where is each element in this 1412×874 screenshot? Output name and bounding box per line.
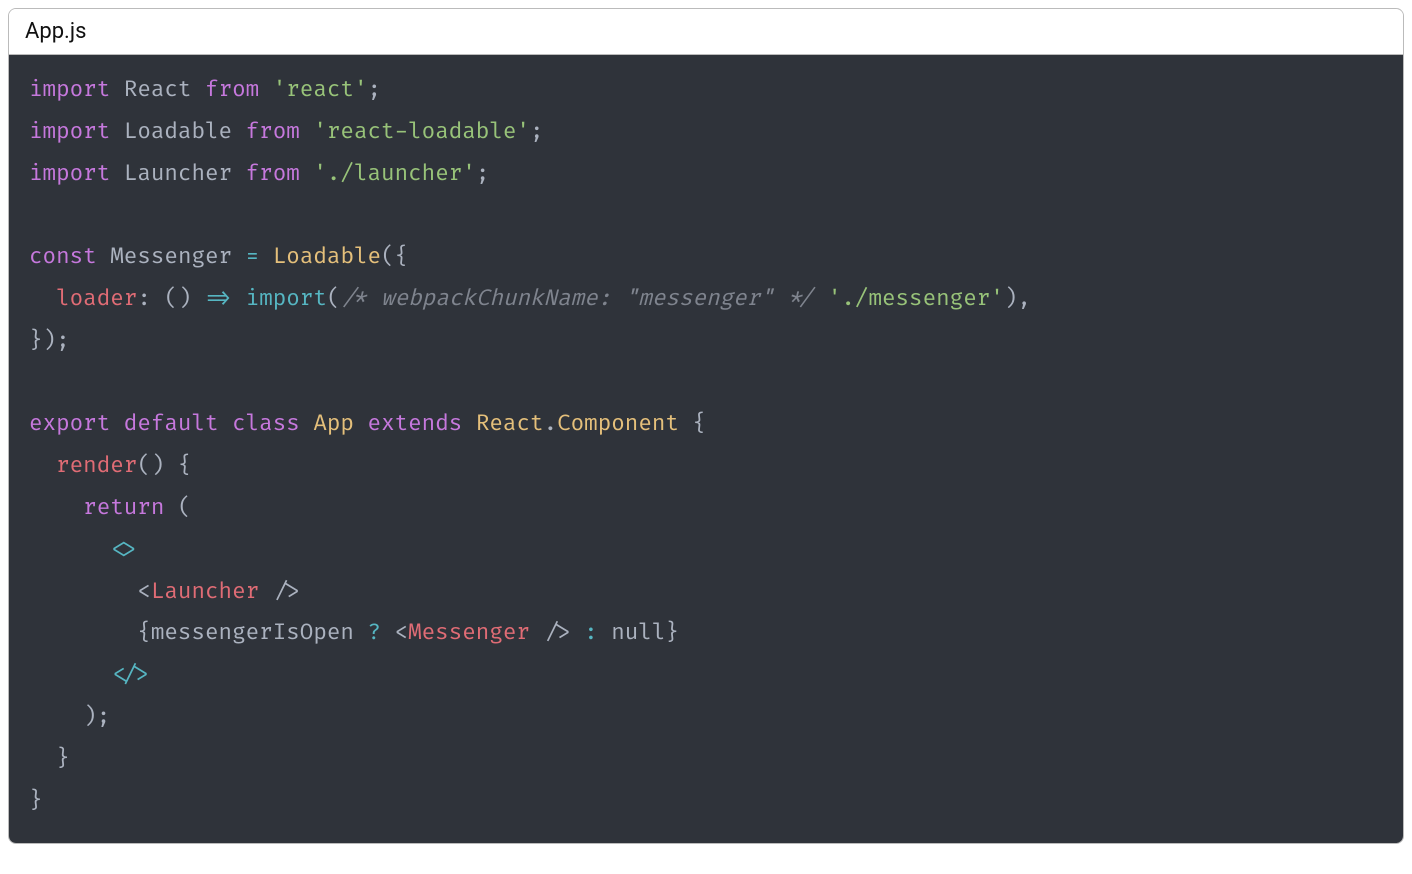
indent <box>29 452 56 479</box>
open: ({ <box>381 243 408 270</box>
null: null <box>611 619 665 646</box>
op-eq: = <box>246 243 260 270</box>
tag-lt: < <box>137 578 151 605</box>
kw-from: from <box>246 118 300 145</box>
indent <box>29 661 110 688</box>
semi: ; <box>368 76 382 103</box>
str-messenger: './messenger' <box>828 285 1004 312</box>
kw-default: default <box>124 410 219 437</box>
jsx-rb: } <box>665 619 679 646</box>
kw-extends: extends <box>368 410 463 437</box>
fn-render: render <box>56 452 137 479</box>
colon: : <box>137 285 151 312</box>
kw-import: import <box>29 118 110 145</box>
tag-selfclose: /> <box>530 619 571 646</box>
kw-class: class <box>232 410 300 437</box>
kw-import: import <box>29 76 110 103</box>
frag-lt: < <box>110 536 124 563</box>
arrow: => <box>205 285 232 312</box>
code-block: App.js import React from 'react'; import… <box>8 8 1404 844</box>
component: Component <box>557 410 679 437</box>
tag-lt: < <box>395 619 409 646</box>
tag-selfclose: /> <box>259 578 300 605</box>
ident-messenger: Messenger <box>110 243 232 270</box>
ident-launcher: Launcher <box>124 160 232 187</box>
ident-messengerisopen: messengerIsOpen <box>151 619 354 646</box>
frag-lt: < <box>110 661 124 688</box>
dot: . <box>544 410 558 437</box>
kw-const: const <box>29 243 97 270</box>
semi: ; <box>476 160 490 187</box>
str-react: 'react' <box>273 76 368 103</box>
class-app: App <box>313 410 354 437</box>
code-filename: App.js <box>9 9 1403 55</box>
brace: } <box>29 787 43 814</box>
frag-gt: > <box>124 536 138 563</box>
op-q: ? <box>354 619 395 646</box>
brace: { <box>164 452 191 479</box>
brace: } <box>56 745 70 772</box>
op-colon: : <box>571 619 612 646</box>
dyn-import: import <box>246 285 327 312</box>
frag-slash: / <box>124 661 138 688</box>
comment-webpack: /* webpackChunkName: "messenger" */ <box>340 285 814 312</box>
tag-launcher: Launcher <box>151 578 259 605</box>
close: ); <box>83 703 110 730</box>
code-body: import React from 'react'; import Loadab… <box>9 55 1403 843</box>
close-paren: ), <box>1004 285 1031 312</box>
indent <box>29 745 56 772</box>
call-loadable: Loadable <box>273 243 381 270</box>
tag-messenger: Messenger <box>408 619 530 646</box>
close: }); <box>29 327 70 354</box>
indent <box>29 494 83 521</box>
indent <box>29 285 56 312</box>
frag-gt: > <box>137 661 151 688</box>
kw-from: from <box>205 76 259 103</box>
indent <box>29 536 110 563</box>
kw-return: return <box>83 494 164 521</box>
parens: () <box>164 285 191 312</box>
prop-loader: loader <box>56 285 137 312</box>
str-loadable: 'react-loadable' <box>313 118 530 145</box>
ident-loadable: Loadable <box>124 118 232 145</box>
semi: ; <box>530 118 544 145</box>
parens: () <box>137 452 164 479</box>
indent <box>29 578 137 605</box>
open-paren: ( <box>327 285 341 312</box>
kw-from: from <box>246 160 300 187</box>
react-ns: React <box>476 410 544 437</box>
indent <box>29 703 83 730</box>
indent <box>29 619 137 646</box>
ident-react: React <box>124 76 192 103</box>
open: ( <box>164 494 191 521</box>
str-launcher: './launcher' <box>313 160 475 187</box>
kw-export: export <box>29 410 110 437</box>
kw-import: import <box>29 160 110 187</box>
jsx-lb: { <box>137 619 151 646</box>
brace: { <box>679 410 706 437</box>
